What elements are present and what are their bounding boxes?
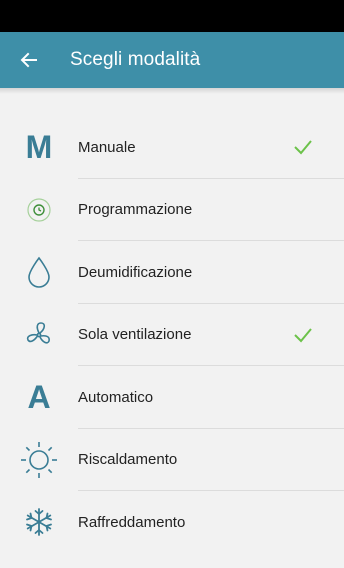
- snowflake-icon: [26, 508, 52, 537]
- back-button[interactable]: [0, 32, 58, 88]
- app-bar-shadow: [0, 88, 344, 94]
- mode-item-manuale[interactable]: M Manuale: [0, 116, 344, 179]
- mode-label: Riscaldamento: [78, 451, 178, 469]
- mode-label: Raffreddamento: [78, 513, 186, 531]
- clock-schedule-icon: [27, 198, 51, 222]
- mode-item-riscaldamento[interactable]: Riscaldamento: [0, 429, 344, 491]
- mode-item-programmazione[interactable]: Programmazione: [0, 179, 344, 241]
- mode-item-sola-ventilazione[interactable]: Sola ventilazione: [0, 304, 344, 366]
- mode-label: Automatico: [78, 388, 154, 406]
- fan-icon: [26, 321, 50, 344]
- mode-item-raffreddamento[interactable]: Raffreddamento: [0, 491, 344, 554]
- letter-m-icon: M: [25, 129, 53, 166]
- mode-item-automatico[interactable]: A Automatico: [0, 366, 344, 429]
- water-drop-icon: [28, 256, 50, 289]
- check-icon: [294, 140, 312, 155]
- mode-item-deumidificazione[interactable]: Deumidificazione: [0, 241, 344, 304]
- letter-a-icon: A: [27, 379, 51, 416]
- mode-label: Deumidificazione: [78, 263, 193, 281]
- status-bar: [0, 0, 344, 32]
- arrow-left-icon: [20, 52, 37, 68]
- check-icon: [294, 328, 312, 343]
- page-title: Scegli modalità: [70, 49, 201, 70]
- app-bar: Scegli modalità: [0, 32, 344, 88]
- sun-icon: [21, 441, 57, 478]
- mode-list: M Manuale Programmazione Deumidificazion…: [0, 116, 344, 554]
- mode-label: Programmazione: [78, 201, 193, 219]
